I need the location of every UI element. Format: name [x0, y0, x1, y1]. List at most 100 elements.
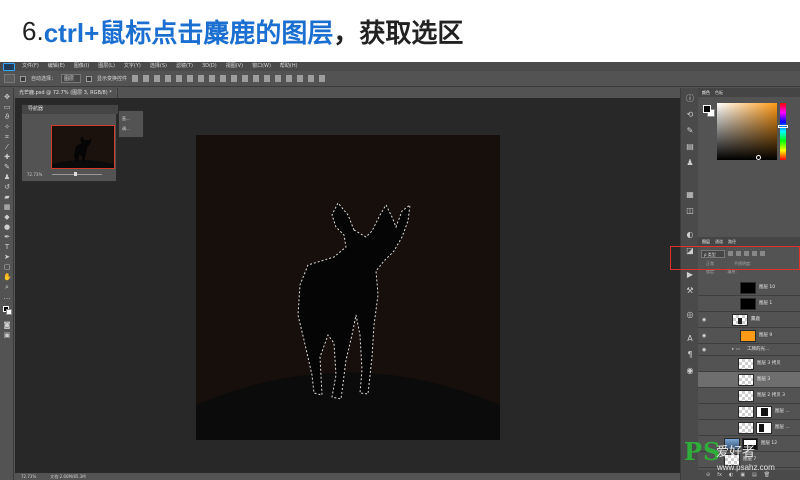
navigator-zoom[interactable]: 72.73% [27, 172, 42, 177]
distribute-hcenter-icon[interactable] [242, 75, 249, 82]
tab-channels[interactable]: 通道 [715, 239, 723, 245]
move-tool-preset-icon[interactable] [4, 74, 15, 83]
image-canvas[interactable] [196, 135, 500, 440]
zoom-tool-icon[interactable]: ⌕ [3, 284, 11, 291]
visibility-eye-icon[interactable]: ◉ [702, 333, 706, 339]
properties-icon[interactable]: ▦ [685, 190, 695, 200]
distribute-right-icon[interactable] [253, 75, 260, 82]
3d-rotate-icon[interactable] [286, 75, 293, 82]
tab-swatches[interactable]: 色板 [715, 90, 723, 96]
eyedropper-tool-icon[interactable]: ⁄ [3, 144, 11, 151]
brush-tool-icon[interactable]: ✎ [3, 164, 11, 171]
new-group-icon[interactable]: ▣ [740, 472, 745, 478]
adjustments-row[interactable]: 调... [122, 126, 130, 132]
3d-mode-icon[interactable] [275, 75, 282, 82]
adjustments-icon[interactable]: ◐ [685, 230, 695, 240]
libraries-icon[interactable]: ◫ [685, 206, 695, 216]
new-adjustment-icon[interactable]: ◐ [729, 472, 733, 478]
info-icon[interactable]: ⓘ [685, 94, 695, 104]
3d-drag-icon[interactable] [308, 75, 315, 82]
more-tools-icon[interactable]: … [3, 294, 11, 301]
layer-row[interactable]: 图层 ... [698, 420, 800, 436]
brush-settings-icon[interactable]: ✎ [685, 126, 695, 136]
auto-select-checkbox[interactable] [20, 75, 26, 82]
align-hcenter-icon[interactable] [176, 75, 183, 82]
color-picker-handle[interactable] [756, 155, 761, 160]
history-icon[interactable]: ⟲ [685, 110, 695, 120]
glyphs-icon[interactable]: ◉ [685, 366, 695, 376]
trash-icon[interactable]: 🗑 [764, 472, 770, 478]
new-layer-icon[interactable]: ▤ [752, 472, 757, 478]
menu-filter[interactable]: 滤镜(T) [176, 62, 193, 71]
visibility-eye-icon[interactable]: ◉ [702, 347, 706, 353]
layer-row-selected[interactable]: 图层 3 [698, 372, 800, 388]
3d-roll-icon[interactable] [297, 75, 304, 82]
status-zoom[interactable]: 72.73% [21, 473, 36, 480]
screen-mode-icon[interactable]: ▣ [3, 332, 11, 339]
distribute-vcenter-icon[interactable] [209, 75, 216, 82]
dodge-tool-icon[interactable]: ● [3, 224, 11, 231]
clone-source-icon[interactable]: ♟ [685, 158, 695, 168]
fx-icon[interactable]: fx [717, 472, 722, 478]
gradient-tool-icon[interactable]: ▦ [3, 204, 11, 211]
histogram-row[interactable]: 直... [122, 116, 130, 122]
menu-image[interactable]: 图像(I) [74, 62, 89, 71]
pen-tool-icon[interactable]: ✒ [3, 234, 11, 241]
align-bottom-icon[interactable] [154, 75, 161, 82]
auto-select-dropdown[interactable]: 图层 [61, 74, 82, 83]
marquee-tool-icon[interactable]: ▭ [3, 104, 11, 111]
tab-color[interactable]: 颜色 [702, 90, 710, 96]
crop-tool-icon[interactable]: ⌗ [3, 134, 11, 141]
layer-row[interactable]: ◉ 麋鹿 [698, 312, 800, 328]
close-tab-icon[interactable]: × [116, 90, 117, 96]
brush-presets-icon[interactable]: ▤ [685, 142, 695, 152]
layer-row[interactable]: 图层 1 [698, 296, 800, 312]
path-select-icon[interactable]: ➤ [3, 254, 11, 261]
distribute-left-icon[interactable] [231, 75, 238, 82]
document-tab[interactable]: 光芒鹿.psd @ 72.7% (图层 3, RGB/8) * × [15, 88, 118, 98]
show-transform-checkbox[interactable] [86, 75, 93, 82]
shape-tool-icon[interactable]: ▢ [3, 264, 11, 271]
panel-foreground-swatch[interactable] [703, 105, 711, 113]
type-tool-icon[interactable]: T [3, 244, 11, 251]
actions-icon[interactable]: ▶ [685, 270, 695, 280]
menu-file[interactable]: 文件(F) [22, 62, 39, 71]
layer-group-row[interactable]: ◉ ▸ ▭ 工牌的光... [698, 344, 800, 356]
tab-paths[interactable]: 路径 [728, 239, 736, 245]
layer-row[interactable]: 图层 2 拷贝 3 [698, 388, 800, 404]
auto-align-icon[interactable] [264, 75, 271, 82]
hue-slider-handle[interactable] [778, 125, 788, 128]
tool-presets-icon[interactable]: ⚒ [685, 286, 695, 296]
magic-wand-icon[interactable]: ✧ [3, 124, 11, 131]
distribute-bottom-icon[interactable] [220, 75, 227, 82]
layer-row[interactable]: 图层 3 拷贝 [698, 356, 800, 372]
align-top-icon[interactable] [132, 75, 139, 82]
healing-brush-icon[interactable]: ✚ [3, 154, 11, 161]
quick-mask-icon[interactable]: ◙ [3, 322, 11, 329]
folder-icon[interactable]: ▸ ▭ [732, 344, 740, 356]
menu-help[interactable]: 帮助(H) [280, 62, 298, 71]
tab-layers[interactable]: 图层 [702, 239, 710, 245]
blur-tool-icon[interactable]: ◆ [3, 214, 11, 221]
eraser-tool-icon[interactable]: ▰ [3, 194, 11, 201]
menu-3d[interactable]: 3D(D) [202, 62, 217, 71]
menu-layer[interactable]: 图层(L) [98, 62, 115, 71]
navigator-zoom-knob[interactable] [74, 172, 77, 176]
background-color-swatch[interactable] [6, 309, 12, 315]
align-left-icon[interactable] [165, 75, 172, 82]
menu-edit[interactable]: 编辑(E) [48, 62, 65, 71]
history-brush-icon[interactable]: ↺ [3, 184, 11, 191]
color-field[interactable] [717, 103, 777, 160]
menu-window[interactable]: 窗口(W) [252, 62, 271, 71]
align-vcenter-icon[interactable] [143, 75, 150, 82]
3d-slide-icon[interactable] [319, 75, 326, 82]
navigator-zoom-slider[interactable] [52, 174, 102, 175]
distribute-top-icon[interactable] [198, 75, 205, 82]
hand-tool-icon[interactable]: ✋ [3, 274, 12, 281]
align-right-icon[interactable] [187, 75, 194, 82]
menu-view[interactable]: 视图(V) [226, 62, 243, 71]
navigator-thumbnail[interactable] [51, 125, 115, 169]
link-layers-icon[interactable]: ⊝ [706, 472, 710, 478]
hue-slider[interactable] [780, 103, 786, 160]
paragraph-icon[interactable]: ¶ [685, 350, 695, 360]
